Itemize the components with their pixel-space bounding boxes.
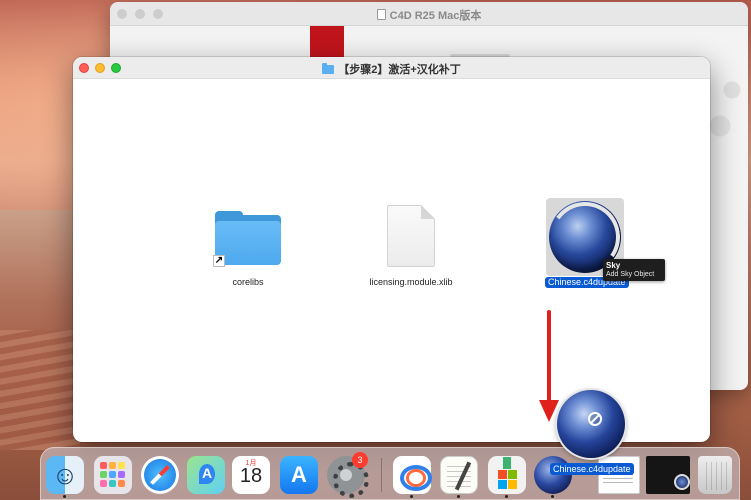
running-indicator	[410, 495, 413, 498]
trash-icon[interactable]	[698, 456, 732, 494]
installer-icon[interactable]	[488, 456, 526, 494]
annotation-arrow-head	[539, 400, 559, 422]
document-icon	[376, 9, 386, 20]
background-window-title: C4D R25 Mac版本	[110, 7, 748, 23]
app-store-icon[interactable]	[280, 456, 318, 494]
running-indicator	[551, 495, 554, 498]
launchpad-icon[interactable]	[94, 456, 132, 494]
running-indicator	[457, 495, 460, 498]
running-indicator	[505, 495, 508, 498]
document-icon[interactable]	[387, 205, 435, 267]
alias-arrow-icon: ↗	[213, 255, 225, 267]
window-title: 【步骤2】激活+汉化补丁	[73, 61, 710, 77]
document-thumbnail-icon[interactable]	[598, 456, 640, 494]
dragged-file-label: Chinese.c4dupdate	[550, 463, 634, 475]
tooltip: Sky Add Sky Object	[603, 259, 665, 281]
finder-window[interactable]: 【步骤2】激活+汉化补丁 ↗ corelibs licensing.module…	[73, 57, 710, 442]
forbidden-cursor-icon	[588, 412, 602, 426]
cinema4d-dock-icon[interactable]	[534, 456, 572, 494]
file-item-licensing[interactable]: licensing.module.xlib	[369, 277, 453, 288]
running-indicator	[63, 495, 66, 498]
file-label: licensing.module.xlib	[369, 277, 453, 287]
annotation-arrow	[547, 310, 551, 406]
tooltip-subtitle: Add Sky Object	[606, 271, 655, 278]
finder-icon[interactable]	[46, 456, 84, 494]
background-window-titlebar[interactable]: C4D R25 Mac版本	[110, 2, 748, 26]
textedit-icon[interactable]	[440, 456, 478, 494]
dock-separator	[381, 458, 382, 492]
maps-icon[interactable]	[187, 456, 225, 494]
baidu-netdisk-icon[interactable]	[393, 456, 432, 494]
wallpaper-rock-texture	[0, 330, 80, 450]
calendar-day: 18	[239, 465, 263, 487]
tooltip-title: Sky	[606, 261, 621, 270]
file-label: corelibs	[232, 277, 264, 287]
finder-titlebar[interactable]: 【步骤2】激活+汉化补丁	[73, 57, 710, 79]
file-item-corelibs[interactable]: corelibs	[208, 277, 288, 288]
screenshot-thumbnail-icon[interactable]	[646, 456, 690, 494]
safari-icon[interactable]	[141, 456, 179, 494]
notification-badge: 3	[352, 452, 368, 468]
folder-icon	[322, 63, 335, 74]
background-map-graphic	[708, 42, 748, 162]
